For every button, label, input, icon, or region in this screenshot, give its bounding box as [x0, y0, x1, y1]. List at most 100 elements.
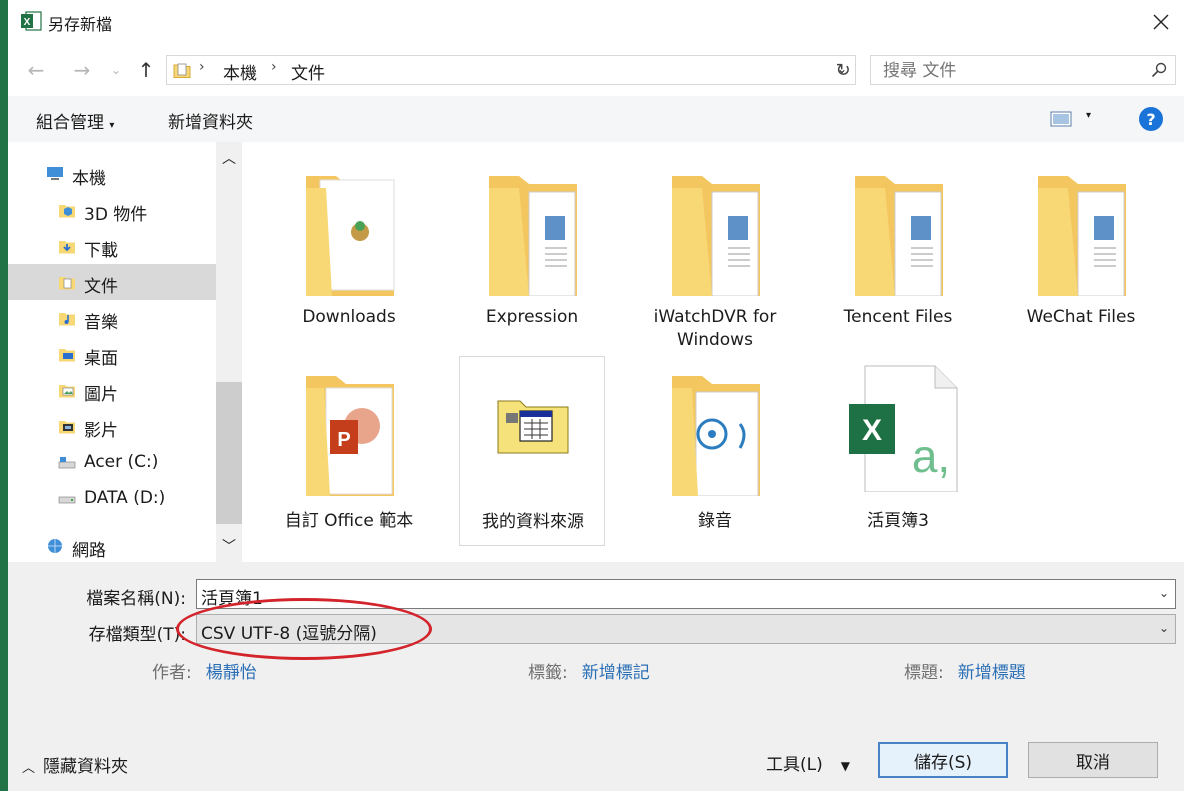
- file-item-my-data-sources[interactable]: 我的資料來源: [459, 356, 605, 546]
- filename-value: 活頁簿1: [201, 589, 263, 609]
- file-name: 活頁簿3: [867, 511, 929, 531]
- file-item-tencent-files[interactable]: Tencent Files: [825, 152, 971, 342]
- sidebar-item-label: 音樂: [84, 313, 118, 333]
- add-tag-link[interactable]: 新增標記: [582, 663, 650, 683]
- scroll-down-icon[interactable]: ﹀: [222, 536, 236, 556]
- sidebar-item-downloads[interactable]: 下載: [8, 228, 216, 264]
- tools-menu[interactable]: 工具(L) ▼: [766, 750, 850, 775]
- file-name: Expression: [485, 307, 579, 327]
- sidebar-item-label: Acer (C:): [84, 452, 159, 472]
- title-bar: X 另存新檔: [8, 0, 1184, 44]
- sidebar-item-network[interactable]: 網路: [8, 528, 216, 564]
- filename-field[interactable]: 活頁簿1 ⌄: [196, 579, 1176, 609]
- save-button[interactable]: 儲存(S): [878, 742, 1008, 778]
- filetype-select[interactable]: CSV UTF-8 (逗號分隔) ⌄: [196, 614, 1176, 644]
- file-item-office-templates[interactable]: P 自訂 Office 範本: [276, 356, 422, 546]
- view-mode-icon[interactable]: [1050, 111, 1072, 127]
- navigation-pane-scrollbar[interactable]: ︿ ﹀: [216, 142, 242, 562]
- search-input[interactable]: [881, 60, 1135, 82]
- file-name: Tencent Files: [843, 307, 953, 327]
- file-list: Downloads Expression iWatchDVR for Windo…: [244, 142, 1184, 562]
- folder-icon: [855, 176, 943, 296]
- documents-folder-icon: [59, 277, 75, 290]
- file-item-wechat-files[interactable]: WeChat Files: [1008, 152, 1154, 342]
- help-icon: ?: [1146, 109, 1156, 129]
- title-label: 標題:: [904, 663, 944, 683]
- help-button[interactable]: ?: [1139, 107, 1163, 131]
- hide-folders-toggle[interactable]: ︿ 隱藏資料夾: [22, 752, 128, 777]
- svg-text:X: X: [24, 17, 31, 28]
- up-arrow-icon: ↑: [137, 58, 155, 82]
- refresh-icon: ↻: [835, 59, 851, 81]
- back-arrow-icon: ←: [27, 58, 45, 82]
- sidebar-item-documents[interactable]: 文件: [8, 264, 216, 300]
- save-as-dialog: X 另存新檔 ← → ⌄ ↑ › 本機 › 文件 ⌄ ↻ 搜尋 文件 組合管理 …: [8, 0, 1184, 791]
- new-folder-button[interactable]: 新增資料夾: [168, 108, 253, 133]
- pictures-folder-icon: [59, 385, 75, 398]
- author-meta: 作者: 楊靜怡: [152, 658, 257, 683]
- scrollbar-thumb[interactable]: [216, 382, 242, 524]
- drive-d-icon: [58, 496, 76, 504]
- breadcrumb-separator: ›: [271, 59, 277, 75]
- caret-down-icon: ▼: [840, 759, 850, 773]
- navigation-bar: ← → ⌄ ↑ › 本機 › 文件 ⌄ ↻: [8, 50, 1184, 90]
- search-icon[interactable]: [1151, 62, 1167, 78]
- search-box: [870, 55, 1176, 85]
- filetype-value: CSV UTF-8 (逗號分隔): [201, 624, 377, 644]
- cancel-button[interactable]: 取消: [1028, 742, 1158, 778]
- breadcrumb-this-pc[interactable]: 本機: [223, 59, 257, 84]
- command-bar: 組合管理 ▾ 新增資料夾 ▾ ?: [8, 96, 1184, 142]
- file-item-expression[interactable]: Expression: [459, 152, 605, 342]
- recent-locations-button[interactable]: ⌄: [104, 56, 128, 84]
- sidebar-item-videos[interactable]: 影片: [8, 408, 216, 444]
- navigation-pane: 本機 3D 物件 下載 文件 音樂 桌面 圖片 影片 Acer (C:) DAT…: [8, 142, 216, 562]
- folder-icon: [489, 176, 577, 296]
- sidebar-item-this-pc[interactable]: 本機: [8, 156, 216, 192]
- add-title-link[interactable]: 新增標題: [958, 663, 1026, 683]
- tools-label: 工具(L): [766, 755, 823, 775]
- drive-c-icon: [58, 457, 76, 469]
- refresh-button[interactable]: ↻: [828, 55, 858, 85]
- computer-icon: [47, 167, 63, 180]
- sidebar-item-label: 網路: [72, 541, 106, 561]
- scroll-up-icon[interactable]: ︿: [222, 148, 236, 168]
- file-item-recordings[interactable]: 錄音: [642, 356, 788, 546]
- breadcrumb-separator: ›: [199, 59, 205, 75]
- file-item-iwatchdvr[interactable]: iWatchDVR for Windows: [642, 152, 788, 350]
- sidebar-item-music[interactable]: 音樂: [8, 300, 216, 336]
- save-options-panel: 檔案名稱(N): 活頁簿1 ⌄ 存檔類型(T): CSV UTF-8 (逗號分隔…: [8, 562, 1184, 791]
- sidebar-item-label: 文件: [84, 277, 118, 297]
- forward-button[interactable]: →: [70, 56, 94, 84]
- chevron-down-icon[interactable]: ⌄: [1159, 621, 1169, 635]
- caret-down-icon: ▾: [109, 120, 115, 131]
- file-name: 自訂 Office 範本: [284, 511, 414, 531]
- desktop-folder-icon: [59, 349, 75, 362]
- back-button[interactable]: ←: [24, 56, 48, 84]
- file-name: 我的資料來源: [482, 512, 584, 532]
- sidebar-item-pictures[interactable]: 圖片: [8, 372, 216, 408]
- sidebar-item-desktop[interactable]: 桌面: [8, 336, 216, 372]
- close-button[interactable]: [1138, 0, 1184, 44]
- address-bar[interactable]: › 本機 › 文件 ⌄: [166, 55, 856, 85]
- file-item-workbook3[interactable]: X a, 活頁簿3: [825, 356, 971, 546]
- up-button[interactable]: ↑: [134, 56, 158, 84]
- chevron-down-icon[interactable]: ⌄: [1159, 586, 1169, 600]
- sidebar-item-drive-d[interactable]: DATA (D:): [8, 480, 216, 516]
- breadcrumb-documents[interactable]: 文件: [291, 59, 325, 84]
- view-options-dropdown[interactable]: ▾: [1086, 110, 1091, 121]
- file-item-downloads[interactable]: Downloads: [276, 152, 422, 342]
- network-icon: [48, 539, 62, 553]
- file-name: 錄音: [698, 511, 732, 531]
- svg-text:a,: a,: [912, 430, 950, 482]
- excel-file-icon: X a,: [849, 365, 958, 492]
- organize-label: 組合管理: [36, 113, 104, 133]
- chevron-down-icon: ⌄: [110, 63, 122, 77]
- author-value[interactable]: 楊靜怡: [206, 663, 257, 683]
- sidebar-item-3d-objects[interactable]: 3D 物件: [8, 192, 216, 228]
- sidebar-item-drive-c[interactable]: Acer (C:): [8, 444, 216, 480]
- excel-window-edge: [0, 0, 8, 791]
- organize-menu[interactable]: 組合管理 ▾: [36, 108, 114, 133]
- dialog-title: 另存新檔: [48, 15, 113, 34]
- file-name: iWatchDVR for Windows: [653, 307, 777, 350]
- hide-folders-label: 隱藏資料夾: [43, 757, 129, 777]
